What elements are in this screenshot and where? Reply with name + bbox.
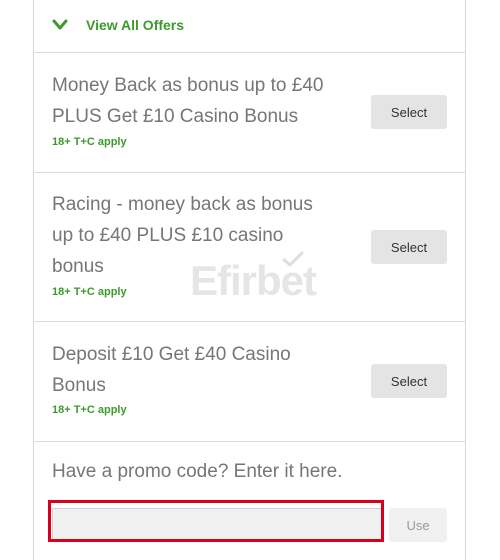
offer-title: Money Back as bonus up to £40 PLUS Get £… [52,70,342,132]
view-all-offers-label: View All Offers [86,17,185,33]
offer-title: Racing - money back as bonus up to £40 P… [52,189,342,282]
offer-title: Deposit £10 Get £40 Casino Bonus [52,339,342,401]
select-offer-button[interactable]: Select [371,230,447,264]
offer-title-line: Racing - money back as bonus [52,194,313,215]
promo-code-label: Have a promo code? Enter it here. [52,461,343,482]
offer-title-line: up to £40 PLUS £10 casino [52,225,284,246]
offer-item: Money Back as bonus up to £40 PLUS Get £… [34,52,465,173]
chevron-down-icon [52,19,68,30]
offer-title-line: Deposit £10 Get £40 Casino [52,344,291,365]
terms-link[interactable]: 18+ T+C apply [52,286,127,298]
offer-title-line: bonus [52,256,104,277]
promo-code-input[interactable] [52,508,382,542]
terms-link[interactable]: 18+ T+C apply [52,136,127,148]
view-all-offers-toggle[interactable]: View All Offers [34,0,465,53]
offer-title-line: Bonus [52,375,106,396]
select-offer-button[interactable]: Select [371,95,447,129]
use-promo-button[interactable]: Use [389,508,447,542]
offer-item: Deposit £10 Get £40 Casino Bonus 18+ T+C… [34,321,465,442]
offer-title-line: PLUS Get £10 Casino Bonus [52,106,299,127]
terms-link[interactable]: 18+ T+C apply [52,404,127,416]
offer-item: Racing - money back as bonus up to £40 P… [34,172,465,322]
select-offer-button[interactable]: Select [371,364,447,398]
offer-title-line: Money Back as bonus up to £40 [52,75,324,96]
offers-panel: View All Offers Money Back as bonus up t… [33,0,466,560]
